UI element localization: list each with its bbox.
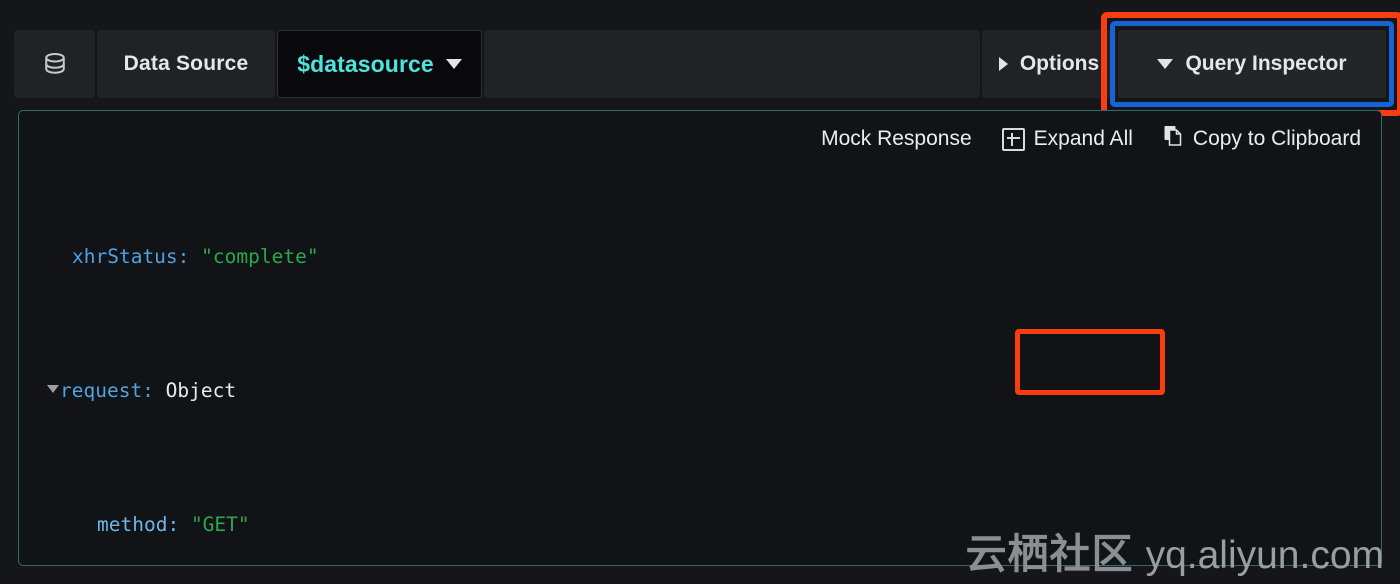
json-line-request[interactable]: request: Object	[47, 374, 1361, 408]
json-line-xhrstatus: xhrStatus: "complete"	[47, 240, 1361, 274]
chevron-right-icon	[998, 57, 1008, 71]
options-label: Options	[1019, 52, 1100, 75]
query-inspector-screen: Data Source $datasource Options Query In…	[0, 0, 1400, 584]
toolbar-spacer	[484, 30, 980, 98]
query-inspector-toggle[interactable]: Query Inspector	[1118, 30, 1386, 98]
datasource-select[interactable]: $datasource	[277, 30, 482, 98]
query-inspector-highlight-group: Query Inspector	[1101, 12, 1400, 116]
json-value: Object	[165, 378, 237, 402]
json-value: "complete"	[201, 244, 319, 268]
data-source-label: Data Source	[97, 30, 275, 98]
query-editor-toolbar: Data Source $datasource Options Query In…	[14, 12, 1400, 116]
json-tree: xhrStatus: "complete" request: Object me…	[47, 139, 1361, 565]
triangle-down-icon[interactable]	[47, 385, 59, 393]
datasource-value: $datasource	[297, 50, 434, 77]
json-key: xhrStatus:	[72, 244, 190, 268]
datasource-icon-button[interactable]	[14, 30, 95, 98]
json-key: method:	[97, 512, 180, 536]
json-key: request:	[60, 378, 154, 402]
json-value: "GET"	[190, 512, 250, 536]
chevron-down-icon	[1157, 59, 1174, 69]
chevron-down-icon	[445, 59, 462, 69]
json-line-method: method: "GET"	[47, 508, 1361, 542]
options-toggle[interactable]: Options	[982, 30, 1116, 98]
database-icon	[40, 49, 70, 79]
query-inspector-label: Query Inspector	[1185, 52, 1347, 75]
query-inspector-panel: Mock Response Expand All Copy to Clipboa…	[18, 110, 1382, 566]
